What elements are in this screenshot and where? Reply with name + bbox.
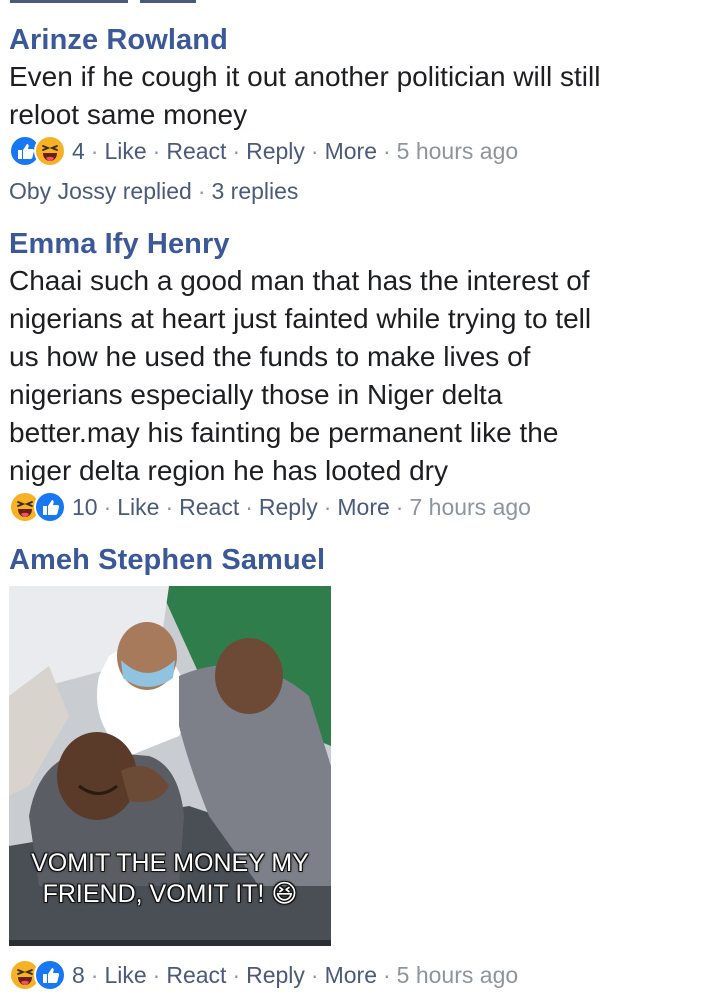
separator: · (310, 137, 319, 164)
comment-actions: 10 · Like · React · Reply · More · 7 hou… (9, 490, 709, 524)
separator: · (232, 961, 241, 988)
comment-photo[interactable]: VOMIT THE MONEY MY FRIEND, VOMIT IT! 😆 (9, 586, 331, 946)
comment-timestamp: 7 hours ago (409, 493, 531, 520)
comment: Arinze Rowland Even if he cough it out a… (9, 22, 709, 208)
more-button[interactable]: More (325, 962, 377, 989)
separator: · (152, 137, 161, 164)
reply-button[interactable]: Reply (246, 138, 305, 165)
separator: · (90, 137, 99, 164)
like-reaction-icon (34, 959, 66, 991)
separator: · (232, 137, 241, 164)
separator: · (165, 493, 174, 520)
comment-timestamp: 5 hours ago (396, 961, 519, 988)
separator: · (197, 178, 206, 204)
comment-author[interactable]: Arinze Rowland (9, 22, 709, 58)
comment-author[interactable]: Emma Ify Henry (9, 226, 709, 262)
react-button[interactable]: React (166, 138, 226, 165)
comment-author[interactable]: Ameh Stephen Samuel (9, 542, 709, 578)
react-button[interactable]: React (179, 494, 239, 521)
separator: · (383, 961, 391, 988)
reaction-count[interactable]: 8 (72, 962, 85, 989)
reply-button[interactable]: Reply (259, 494, 318, 521)
photo-caption: VOMIT THE MONEY MY FRIEND, VOMIT IT! 😆 (31, 849, 309, 908)
reaction-summary[interactable] (9, 959, 66, 991)
separator: · (152, 961, 161, 988)
comment-actions: 8 · Like · React · Reply · More · 5 hour… (9, 958, 709, 992)
reaction-summary[interactable] (9, 135, 66, 167)
reaction-count[interactable]: 4 (72, 138, 85, 165)
reply-button[interactable]: Reply (246, 962, 305, 989)
like-button[interactable]: Like (117, 494, 159, 521)
replies-author[interactable]: Oby Jossy replied (9, 178, 192, 204)
haha-reaction-icon (34, 135, 66, 167)
like-reaction-icon (34, 491, 66, 523)
reaction-count[interactable]: 10 (72, 494, 98, 521)
separator: · (323, 493, 332, 520)
separator: · (90, 961, 99, 988)
comment-actions: 4 · Like · React · Reply · More · 5 hour… (9, 134, 709, 168)
comment-text: Chaai such a good man that has the inter… (9, 265, 592, 486)
separator: · (395, 493, 404, 520)
more-button[interactable]: More (325, 138, 377, 165)
reaction-summary[interactable] (9, 491, 66, 523)
comment: Emma Ify Henry Chaai such a good man tha… (9, 226, 709, 524)
separator: · (383, 137, 391, 164)
react-button[interactable]: React (166, 962, 226, 989)
comment-timestamp: 5 hours ago (396, 137, 519, 164)
separator: · (245, 493, 253, 520)
previous-comment-cutoff (0, 0, 720, 6)
comment-text: Even if he cough it out another politici… (9, 61, 601, 130)
replies-count[interactable]: 3 replies (211, 178, 298, 204)
comment: Ameh Stephen Samuel VOMIT THE MONEY MY F… (9, 542, 709, 992)
like-button[interactable]: Like (104, 138, 146, 165)
separator: · (310, 961, 319, 988)
replies-summary[interactable]: Oby Jossy replied · 3 replies (9, 174, 709, 208)
separator: · (103, 493, 112, 520)
like-button[interactable]: Like (104, 962, 146, 989)
more-button[interactable]: More (337, 494, 389, 521)
